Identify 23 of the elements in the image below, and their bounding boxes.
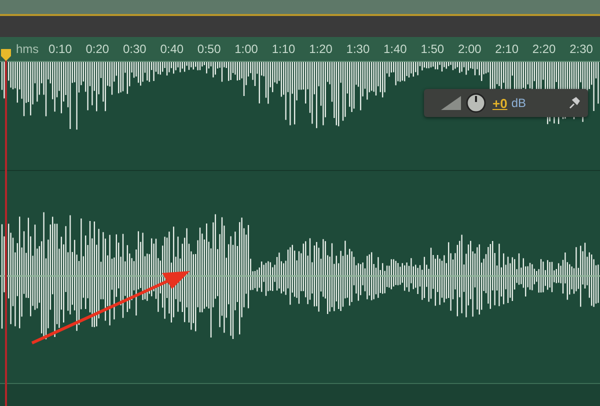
time-label: 0:50 bbox=[196, 41, 222, 57]
time-label: 1:00 bbox=[234, 41, 259, 57]
pin-icon[interactable] bbox=[568, 97, 580, 109]
time-label: 1:10 bbox=[270, 41, 296, 57]
gain-value[interactable]: +0 bbox=[492, 96, 508, 110]
time-label: 1:50 bbox=[420, 41, 446, 57]
time-label: 2:20 bbox=[531, 41, 557, 57]
level-meter-icon bbox=[440, 95, 462, 111]
time-label: 0:20 bbox=[84, 41, 110, 57]
ruler-unit: hms bbox=[16, 41, 40, 57]
gain-unit: dB bbox=[511, 96, 526, 110]
time-label: 1:40 bbox=[382, 41, 408, 57]
time-ruler[interactable]: hms 0:10 0:20 0:30 0:40 0:50 1:00 1:10 1:20 1:30 1:40 1:50 2:00 2:10 2:20 2:30 bbox=[0, 37, 600, 62]
playhead-marker-icon[interactable] bbox=[0, 48, 12, 62]
time-label: 0:10 bbox=[48, 41, 73, 57]
time-label: 2:00 bbox=[456, 41, 482, 57]
time-label: 0:40 bbox=[159, 41, 185, 57]
time-label: 0:30 bbox=[122, 41, 148, 57]
time-label: 1:30 bbox=[345, 41, 371, 57]
volume-knob-icon[interactable] bbox=[466, 93, 486, 113]
time-label: 1:20 bbox=[308, 41, 334, 57]
time-label: 2:10 bbox=[494, 41, 520, 57]
time-label: 2:30 bbox=[568, 41, 594, 57]
